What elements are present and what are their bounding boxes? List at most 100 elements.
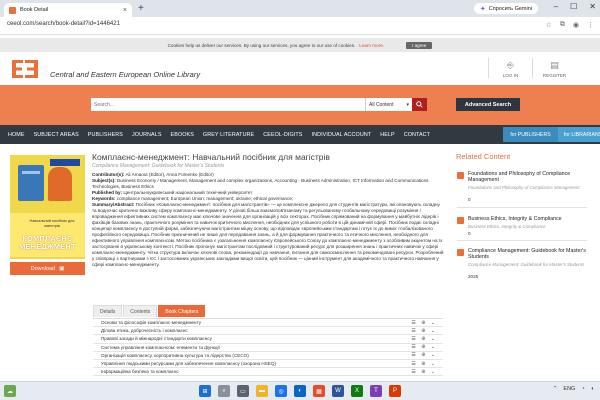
start-menu-icon[interactable]: ⊞ (199, 385, 211, 397)
menu-home[interactable]: HOME (8, 132, 25, 138)
chapter-title[interactable]: Ділова етика, доброчесність і комплаєнс (101, 328, 188, 333)
chapter-actions-icon[interactable]: ☰ ⊕ ⌄ (411, 328, 437, 334)
menu-journals[interactable]: JOURNALS (132, 132, 162, 138)
search-input[interactable] (91, 98, 365, 111)
user-links: ⎆ LOG IN ▤ REGISTER (488, 58, 576, 78)
chapter-row[interactable]: Основи та філософія комплаєнс-менеджмент… (93, 319, 443, 328)
cookie-agree-button[interactable]: I agree (406, 41, 433, 49)
tab-details[interactable]: Details (93, 305, 123, 317)
tab-close-icon[interactable]: × (123, 7, 127, 14)
browser-tab[interactable]: Book Detail × (4, 3, 132, 17)
chapter-title[interactable]: Основи та філософія комплаєнс-менеджмент… (101, 320, 201, 325)
window-controls: – ☐ ✕ (554, 2, 596, 11)
search-band: All Content ▾ Advanced Search (0, 85, 600, 125)
chapter-actions-icon[interactable]: ☰ ⊕ ⌄ (411, 344, 437, 350)
powerpoint-icon[interactable]: P (389, 385, 401, 397)
book-cover: Навчальний посібник для магістрів КОМПЛА… (10, 155, 85, 259)
eu-flag-icon (50, 159, 80, 166)
register-link[interactable]: ▤ REGISTER (532, 58, 576, 78)
site-favicon-icon (9, 6, 16, 14)
cover-title-line-2: МЕНЕДЖМЕНТ (19, 242, 76, 251)
browser-tab-bar: Book Detail × + ✦ Спросить Gemini – ☐ ✕ (0, 0, 600, 17)
chapter-title[interactable]: Інформаційна безпека та комплаєнс (101, 369, 179, 374)
menu-ceeol-digits[interactable]: CEEOL-DIGITS (263, 132, 302, 138)
maximize-button[interactable]: ☐ (570, 2, 577, 11)
close-window-button[interactable]: ✕ (589, 2, 596, 11)
tab-title: Book Detail (20, 7, 49, 13)
menu-individual-account[interactable]: INDIVIDUAL ACCOUNT (312, 132, 372, 138)
chapter-row[interactable]: Організація комплаєнсу, корпоративна кул… (93, 352, 443, 360)
chapter-row[interactable]: Інформаційна безпека та комплаєнс ☰ ⊕ ⌄ (93, 368, 443, 377)
url-field[interactable]: ceeol.com/search/book-detail?id=1446421 (7, 21, 120, 27)
menu-contact[interactable]: CONTACT (404, 132, 430, 138)
related-item-title[interactable]: Foundations and Philosophy of Compliance… (468, 171, 588, 184)
chapter-title[interactable]: Правові засади й міжнародні стандарти ко… (101, 336, 212, 341)
bookmark-star-icon[interactable]: ☆ (546, 21, 552, 29)
chapter-row[interactable]: Ділова етика, доброчесність і комплаєнс ☰… (93, 327, 443, 336)
file-explorer-icon[interactable]: ▬ (256, 385, 268, 397)
edge-icon[interactable]: ◐ (294, 385, 306, 397)
chapter-title[interactable]: Організація комплаєнсу, корпоративна кул… (101, 353, 249, 358)
menu-publishers[interactable]: PUBLISHERS (88, 132, 123, 138)
related-item-count: 0 (468, 231, 471, 236)
menu-subject-areas[interactable]: SUBJECT AREAS (34, 132, 79, 138)
minimize-button[interactable]: – (554, 2, 558, 11)
chapter-title[interactable]: Система управління комплаєнсом: елементи… (101, 345, 220, 350)
chapter-row[interactable]: Управління людськими ресурсами для забез… (93, 360, 443, 369)
search-taskbar-icon[interactable]: ⌕ (218, 385, 230, 397)
wifi-icon[interactable]: ◔ (581, 386, 584, 392)
teams-icon[interactable]: T (370, 385, 382, 397)
login-link[interactable]: ⎆ LOG IN (488, 58, 532, 78)
chapter-actions-icon[interactable]: ☰ ⊕ ⌄ (411, 320, 437, 326)
login-label: LOG IN (502, 73, 519, 78)
contributors-value[interactable]: Ali Arnaout (Editor), Anna Fomenko (Edit… (125, 172, 213, 177)
keywords-value[interactable]: compliance management; European Union; m… (117, 196, 293, 201)
office-icon[interactable]: ▦ (313, 385, 325, 397)
search-button[interactable] (412, 98, 427, 111)
chapter-actions-icon[interactable]: ☰ ⊕ ⌄ (411, 361, 437, 367)
menu-grey-literature[interactable]: GREY LITERATURE (203, 132, 254, 138)
chapter-actions-icon[interactable]: ☰ ⊕ ⌄ (411, 336, 437, 342)
chapter-actions-icon[interactable]: ☰ ⊕ ⌄ (411, 369, 437, 375)
menu-help[interactable]: HELP (380, 132, 394, 138)
search-scope-select[interactable]: All Content ▾ (365, 98, 412, 111)
book-tabs: Details Contents Book Chapters (93, 305, 206, 317)
chapter-actions-icon[interactable]: ☰ ⊕ ⌄ (411, 352, 437, 358)
site-name: Central and Eastern European Online Libr… (50, 70, 201, 79)
keywords-label: Keywords: (92, 196, 116, 201)
cookie-learn-more-link[interactable]: Learn more. (359, 43, 384, 48)
extensions-icon[interactable]: ⧉ (560, 21, 565, 29)
ceeol-logo-icon[interactable] (10, 58, 40, 80)
chapter-row[interactable]: Система управління комплаєнсом: елементи… (93, 344, 443, 352)
advanced-search-button[interactable]: Advanced Search (456, 98, 520, 111)
summary-value: Посібник «Комплаєнс-менеджмент: посібник… (92, 202, 444, 267)
excel-icon[interactable]: X (351, 385, 363, 397)
gemini-button[interactable]: ✦ Спросить Gemini (473, 3, 538, 14)
related-item-title[interactable]: Business Ethics, Integrity & Compliance (468, 216, 588, 222)
download-button[interactable]: Download ▣ (10, 262, 85, 275)
tab-book-chapters[interactable]: Book Chapters (158, 305, 206, 317)
published-value[interactable]: Центральноукраїнський національний техні… (123, 190, 252, 195)
related-item-title[interactable]: Compliance Management: Guidebook for Mas… (468, 248, 588, 261)
book-title: Комплаєнс-менеджмент: Навчальний посібни… (92, 152, 330, 162)
volume-icon[interactable]: ◖ (591, 386, 594, 392)
subjects-value[interactable]: Business Economy / Management, Managemen… (92, 178, 428, 189)
weather-widget-icon[interactable]: ☁ (4, 385, 16, 397)
tab-contents[interactable]: Contents (123, 305, 158, 317)
browser-menu-icon[interactable]: ⋮ (587, 21, 594, 29)
for-librarians-button[interactable]: for LIBRARIANS (558, 127, 600, 142)
word-icon[interactable]: W (332, 385, 344, 397)
language-indicator[interactable]: ENG (563, 386, 575, 392)
chrome-icon[interactable]: ◎ (275, 385, 287, 397)
chapter-row[interactable]: Правові засади й міжнародні стандарти ко… (93, 335, 443, 344)
gemini-label: Спросить Gemini (488, 5, 532, 12)
new-tab-button[interactable]: + (138, 3, 144, 15)
task-view-icon[interactable]: ▭ (237, 385, 249, 397)
tray-chevron-icon[interactable]: ⌃ (553, 386, 558, 392)
menu-ebooks[interactable]: EBOOKS (171, 132, 194, 138)
profile-icon[interactable]: ◉ (573, 21, 579, 29)
login-icon: ⎆ (506, 60, 515, 70)
document-icon (457, 172, 464, 179)
chapter-title[interactable]: Управління людськими ресурсами для забез… (101, 361, 276, 366)
for-publishers-button[interactable]: for PUBLISHERS (503, 127, 558, 142)
